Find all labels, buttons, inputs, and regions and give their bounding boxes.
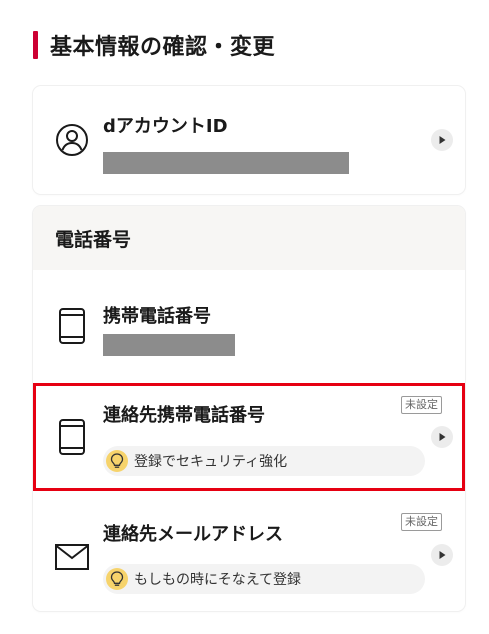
play-arrow-icon[interactable] bbox=[431, 129, 453, 151]
envelope-icon bbox=[55, 544, 89, 574]
section-title-accent-bar bbox=[33, 31, 38, 59]
unset-badge: 未設定 bbox=[401, 396, 442, 414]
account-id-label: dアカウントID bbox=[103, 116, 228, 137]
play-arrow-icon[interactable] bbox=[431, 426, 453, 448]
contact-email-tip-text: もしもの時にそなえて登録 bbox=[134, 572, 302, 588]
account-id-row[interactable]: dアカウントID bbox=[33, 86, 465, 194]
user-circle-icon bbox=[55, 123, 89, 161]
section-header: 基本情報の確認・変更 bbox=[33, 30, 275, 60]
contact-email-label: 連絡先メールアドレス bbox=[103, 524, 283, 545]
lightbulb-icon bbox=[106, 450, 128, 472]
contact-mobile-label: 連絡先携帯電話番号 bbox=[103, 405, 265, 426]
mobile-number-value-masked bbox=[103, 334, 235, 356]
phone-section-header: 電話番号 bbox=[33, 206, 465, 270]
account-id-value-masked bbox=[103, 152, 349, 174]
contact-mobile-tip: 登録でセキュリティ強化 bbox=[103, 446, 425, 476]
contact-email-tip: もしもの時にそなえて登録 bbox=[103, 564, 425, 594]
play-arrow-icon[interactable] bbox=[431, 544, 453, 566]
smartphone-icon bbox=[59, 308, 85, 348]
mobile-number-label: 携帯電話番号 bbox=[103, 306, 211, 327]
lightbulb-icon bbox=[106, 568, 128, 590]
phone-number-card: 電話番号 携帯電話番号 連絡先携帯電話番号 未設定 登録でセキュリティ強化 連絡… bbox=[33, 206, 465, 611]
contact-email-row[interactable]: 連絡先メールアドレス 未設定 もしもの時にそなえて登録 bbox=[33, 500, 465, 611]
contact-mobile-row[interactable]: 連絡先携帯電話番号 未設定 登録でセキュリティ強化 bbox=[33, 384, 465, 490]
contact-mobile-tip-text: 登録でセキュリティ強化 bbox=[134, 454, 288, 470]
page: 基本情報の確認・変更 dアカウントID 電話番号 携帯電話番号 連絡先携帯電話番… bbox=[0, 0, 489, 634]
smartphone-icon bbox=[59, 419, 85, 459]
mobile-number-row: 携帯電話番号 bbox=[33, 270, 465, 374]
unset-badge: 未設定 bbox=[401, 513, 442, 531]
account-id-card[interactable]: dアカウントID bbox=[33, 86, 465, 194]
section-title: 基本情報の確認・変更 bbox=[50, 35, 276, 60]
